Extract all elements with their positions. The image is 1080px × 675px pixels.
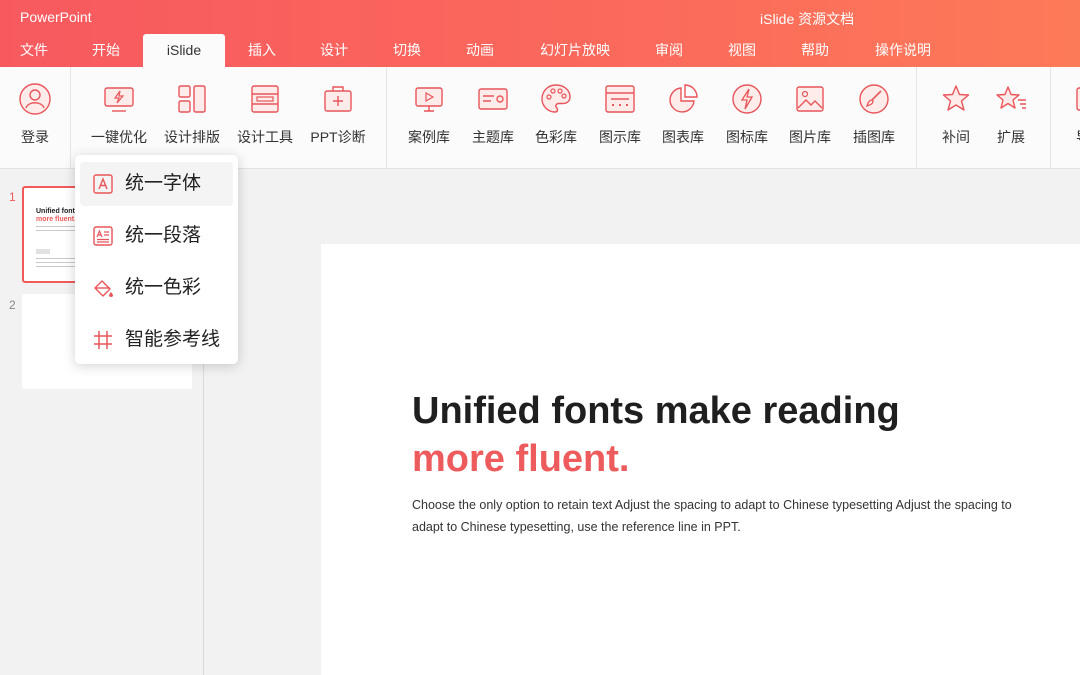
slide-canvas[interactable]: Unified fonts make reading more fluent. … bbox=[321, 244, 1080, 675]
app-name: PowerPoint bbox=[20, 9, 92, 25]
star-lines-icon bbox=[996, 86, 1026, 109]
tab-tell-me[interactable]: 操作说明 bbox=[866, 34, 940, 67]
login-button[interactable]: 登录 bbox=[5, 67, 65, 168]
thumbnail-tag bbox=[36, 249, 50, 254]
font-a-icon bbox=[93, 174, 113, 194]
tab-design[interactable]: 设计 bbox=[308, 34, 360, 67]
ribbon-label: 设计工具 bbox=[237, 129, 293, 145]
ribbon: 登录 一键优化 设计排版 设计工具 PPT诊断 案例库 主题库 色彩库 图示库 … bbox=[0, 67, 1080, 169]
menu-item-label: 统一色彩 bbox=[125, 277, 202, 298]
design-tools-dropdown: 统一字体 统一段落 统一色彩 智能参考线 bbox=[75, 155, 238, 364]
grid-hash-icon bbox=[94, 331, 112, 349]
menu-item-label: 统一字体 bbox=[125, 173, 202, 194]
tab-islide[interactable]: iSlide bbox=[143, 34, 225, 67]
user-icon bbox=[19, 83, 51, 115]
tab-insert[interactable]: 插入 bbox=[236, 34, 288, 67]
ribbon-separator bbox=[1050, 67, 1051, 168]
ppt-diagnosis-button[interactable]: PPT诊断 bbox=[303, 67, 373, 168]
tab-review[interactable]: 审阅 bbox=[643, 34, 695, 67]
ribbon-separator bbox=[916, 67, 917, 168]
partial-icon bbox=[1076, 87, 1080, 111]
ribbon-label: 插图库 bbox=[853, 129, 895, 145]
ribbon-separator bbox=[70, 67, 71, 168]
layout-icon bbox=[178, 85, 206, 113]
ribbon-label: 主题库 bbox=[472, 129, 514, 145]
ribbon-label: 设计排版 bbox=[164, 129, 220, 145]
diagram-icon bbox=[605, 85, 635, 113]
theme-card-icon bbox=[478, 88, 508, 110]
unify-colors-menu-item[interactable]: 统一色彩 bbox=[80, 266, 233, 310]
tab-help[interactable]: 帮助 bbox=[789, 34, 841, 67]
ribbon-label: PPT诊断 bbox=[310, 129, 366, 145]
illustration-library-button[interactable]: 插图库 bbox=[844, 67, 904, 168]
pie-chart-icon bbox=[669, 84, 698, 113]
color-library-button[interactable]: 色彩库 bbox=[526, 67, 586, 168]
design-layout-button[interactable]: 设计排版 bbox=[157, 67, 227, 168]
extension-button[interactable]: 扩展 bbox=[983, 67, 1039, 168]
ribbon-label: 导 bbox=[1076, 127, 1080, 147]
slide-body-text[interactable]: Choose the only option to retain text Ad… bbox=[412, 494, 1012, 538]
tab-animations[interactable]: 动画 bbox=[454, 34, 506, 67]
tab-slideshow[interactable]: 幻灯片放映 bbox=[532, 34, 618, 67]
tab-view[interactable]: 视图 bbox=[716, 34, 768, 67]
ribbon-label: 色彩库 bbox=[535, 129, 577, 145]
slide-title[interactable]: Unified fonts make reading bbox=[412, 387, 900, 435]
ribbon-label: 图示库 bbox=[599, 129, 641, 145]
document-title: iSlide 资源文档 bbox=[760, 11, 855, 27]
ribbon-label: 案例库 bbox=[408, 129, 450, 145]
paint-bucket-icon bbox=[94, 280, 113, 297]
title-bar: PowerPoint iSlide 资源文档 文件 开始 iSlide 插入 设… bbox=[0, 0, 1080, 67]
slide-title-accent[interactable]: more fluent. bbox=[412, 435, 629, 483]
ribbon-label: 登录 bbox=[21, 129, 49, 145]
image-library-button[interactable]: 图片库 bbox=[780, 67, 840, 168]
star-icon bbox=[942, 85, 970, 111]
chart-library-button[interactable]: 图表库 bbox=[653, 67, 713, 168]
bolt-circle-icon bbox=[732, 84, 762, 114]
monitor-bolt-icon bbox=[104, 87, 134, 112]
smart-guides-menu-item[interactable]: 智能参考线 bbox=[80, 318, 233, 362]
unify-paragraphs-menu-item[interactable]: 统一段落 bbox=[80, 214, 233, 258]
icon-library-button[interactable]: 图标库 bbox=[717, 67, 777, 168]
ribbon-label: 图标库 bbox=[726, 129, 768, 145]
ribbon-separator bbox=[386, 67, 387, 168]
image-icon bbox=[796, 86, 824, 112]
palette-icon bbox=[541, 84, 571, 113]
case-library-button[interactable]: 案例库 bbox=[399, 67, 459, 168]
tab-transitions[interactable]: 切换 bbox=[381, 34, 433, 67]
tools-layout-icon bbox=[251, 85, 279, 113]
tween-button[interactable]: 补间 bbox=[928, 67, 984, 168]
slide-number: 1 bbox=[9, 190, 16, 204]
ribbon-label: 补间 bbox=[942, 129, 970, 145]
one-click-optimize-button[interactable]: 一键优化 bbox=[84, 67, 154, 168]
slide-number: 2 bbox=[9, 298, 16, 312]
ribbon-label: 一键优化 bbox=[91, 129, 147, 145]
medical-kit-icon bbox=[324, 86, 352, 112]
tab-file[interactable]: 文件 bbox=[8, 34, 60, 67]
partial-ribbon-button[interactable]: 导 bbox=[1062, 67, 1080, 168]
brush-circle-icon bbox=[859, 84, 889, 114]
ribbon-label: 扩展 bbox=[997, 129, 1025, 145]
design-tools-button[interactable]: 设计工具 bbox=[230, 67, 300, 168]
paragraph-icon bbox=[93, 226, 113, 246]
presentation-play-icon bbox=[415, 87, 443, 112]
tab-home[interactable]: 开始 bbox=[80, 34, 132, 67]
ribbon-label: 图片库 bbox=[789, 129, 831, 145]
diagram-library-button[interactable]: 图示库 bbox=[590, 67, 650, 168]
menu-item-label: 智能参考线 bbox=[125, 329, 221, 350]
ribbon-label: 图表库 bbox=[662, 129, 704, 145]
theme-library-button[interactable]: 主题库 bbox=[463, 67, 523, 168]
unify-fonts-menu-item[interactable]: 统一字体 bbox=[80, 162, 233, 206]
menu-item-label: 统一段落 bbox=[125, 225, 202, 246]
thumbnail-title-accent: more fluent. bbox=[36, 216, 77, 223]
